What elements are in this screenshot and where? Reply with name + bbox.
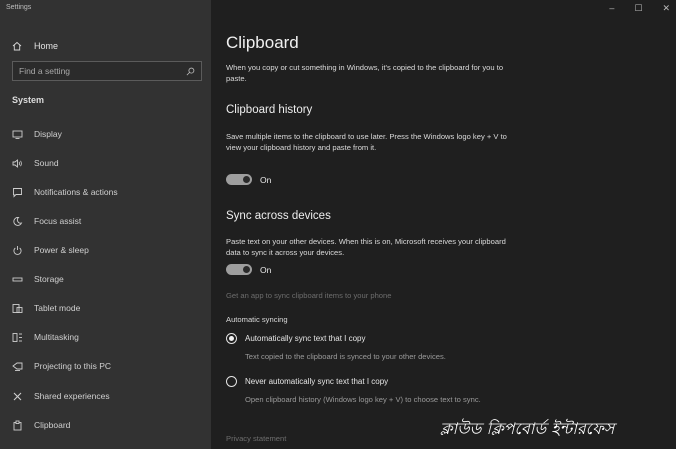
sidebar-item-label: Shared experiences — [34, 391, 110, 401]
toggle-label: On — [260, 264, 272, 275]
sidebar: Settings Home Find a setting System Disp… — [0, 0, 211, 449]
window-controls: – ☐ ✕ — [609, 3, 670, 14]
search-input[interactable]: Find a setting — [12, 61, 202, 81]
power-icon — [13, 245, 22, 255]
multitasking-icon — [12, 332, 22, 342]
sidebar-item-tablet-mode[interactable]: Tablet mode — [12, 300, 80, 316]
sidebar-item-notifications[interactable]: Notifications & actions — [12, 184, 118, 200]
shared-icon — [13, 392, 22, 400]
sidebar-item-label: Clipboard — [34, 420, 71, 430]
sidebar-item-clipboard[interactable]: Clipboard — [12, 417, 70, 433]
sidebar-item-storage[interactable]: Storage — [12, 271, 64, 287]
sidebar-item-label: Power & sleep — [34, 245, 89, 255]
minimize-button[interactable]: – — [609, 3, 614, 14]
moon-icon — [13, 216, 23, 226]
radio-auto-sync[interactable]: Automatically sync text that I copy — [226, 333, 366, 344]
sidebar-item-label: Storage — [34, 274, 64, 284]
toggle-switch[interactable] — [226, 264, 252, 275]
notifications-icon — [13, 187, 22, 198]
sidebar-item-multitasking[interactable]: Multitasking — [12, 329, 79, 345]
sound-icon — [12, 158, 22, 168]
clipboard-history-description: Save multiple items to the clipboard to … — [226, 132, 507, 152]
privacy-statement-link[interactable]: Privacy statement — [226, 434, 286, 443]
sidebar-item-label: Notifications & actions — [34, 187, 118, 197]
sidebar-item-label: Multitasking — [34, 332, 79, 342]
sidebar-item-label: Tablet mode — [34, 303, 81, 313]
sync-description: Paste text on your other devices. When t… — [226, 237, 506, 257]
radio-auto-sync-description: Text copied to the clipboard is synced t… — [245, 352, 446, 361]
sidebar-item-label: Focus assist — [34, 216, 82, 226]
radio-button-selected[interactable] — [226, 333, 237, 344]
search-placeholder: Find a setting — [19, 66, 71, 76]
section-title: System — [12, 95, 45, 105]
clipboard-history-toggle[interactable]: On — [226, 174, 271, 185]
home-nav-item[interactable]: Home — [12, 39, 58, 53]
clipboard-history-heading: Clipboard history — [226, 104, 313, 116]
intro-text: When you copy or cut something in Window… — [226, 63, 504, 83]
sidebar-item-display[interactable]: Display — [12, 126, 62, 142]
radio-label: Never automatically sync text that I cop… — [245, 377, 389, 386]
sidebar-item-label: Display — [34, 129, 62, 139]
caption-overlay: ক্লাউড ক্লিপবোর্ড ইন্টারফেস — [440, 419, 615, 438]
sidebar-item-sound[interactable]: Sound — [12, 155, 59, 171]
sync-toggle[interactable]: On — [226, 264, 271, 275]
home-icon — [12, 41, 22, 51]
radio-label: Automatically sync text that I copy — [245, 334, 366, 343]
automatic-syncing-label: Automatic syncing — [226, 315, 288, 324]
toggle-label: On — [260, 174, 272, 185]
display-icon — [12, 130, 23, 139]
sidebar-item-power-sleep[interactable]: Power & sleep — [12, 242, 89, 258]
tablet-icon — [12, 303, 23, 313]
home-label: Home — [34, 41, 59, 51]
radio-never-sync[interactable]: Never automatically sync text that I cop… — [226, 376, 388, 387]
toggle-switch[interactable] — [226, 174, 252, 185]
maximize-button[interactable]: ☐ — [634, 3, 642, 14]
storage-icon — [12, 277, 23, 281]
main-content: – ☐ ✕ Clipboard When you copy or cut som… — [211, 0, 676, 449]
page-title: Clipboard — [226, 33, 299, 52]
window-title: Settings — [6, 4, 32, 11]
projecting-icon — [12, 362, 23, 371]
search-icon[interactable] — [186, 67, 195, 76]
sidebar-item-focus-assist[interactable]: Focus assist — [12, 213, 81, 229]
sidebar-item-label: Sound — [34, 158, 59, 168]
sidebar-item-projecting[interactable]: Projecting to this PC — [12, 358, 111, 374]
sidebar-item-label: Projecting to this PC — [34, 361, 112, 371]
radio-button[interactable] — [226, 376, 237, 387]
close-button[interactable]: ✕ — [662, 3, 670, 14]
radio-never-sync-description: Open clipboard history (Windows logo key… — [245, 395, 481, 404]
get-app-link[interactable]: Get an app to sync clipboard items to yo… — [226, 291, 391, 300]
clipboard-icon — [13, 420, 22, 430]
sync-heading: Sync across devices — [226, 210, 331, 222]
sidebar-item-shared-experiences[interactable]: Shared experiences — [12, 388, 110, 404]
